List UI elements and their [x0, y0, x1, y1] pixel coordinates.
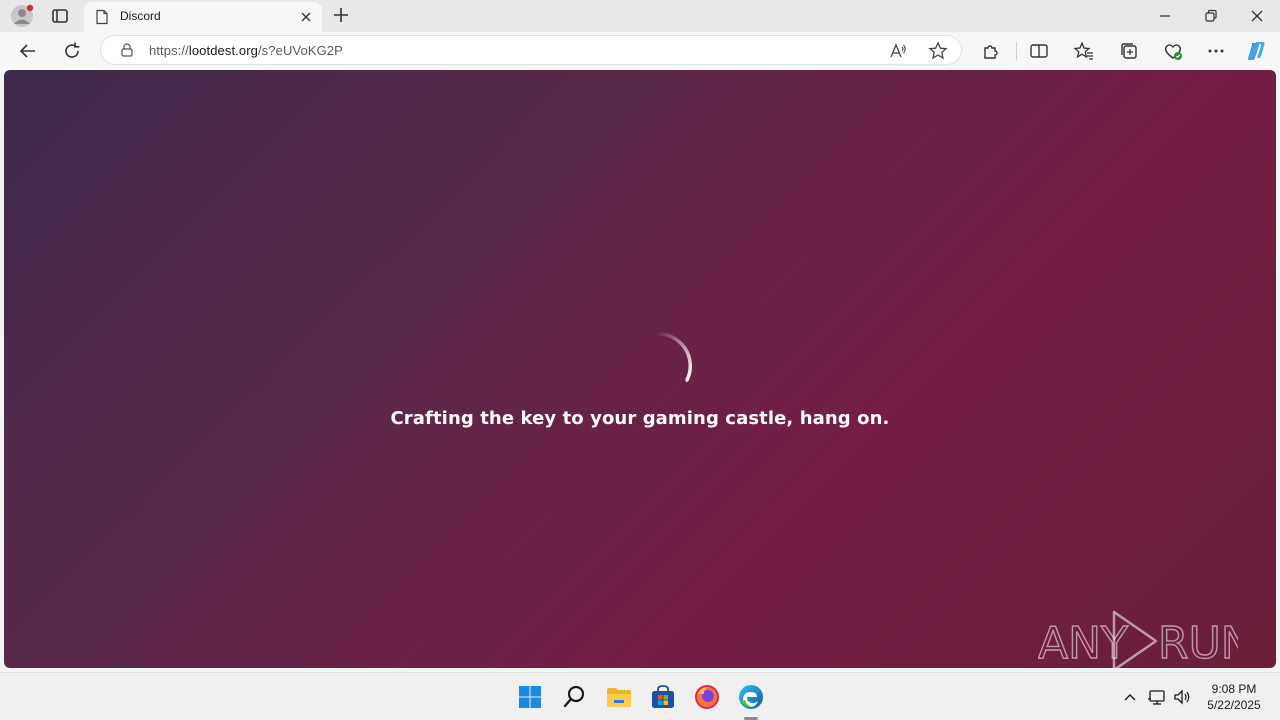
- tab-title: Discord: [120, 9, 161, 23]
- address-bar[interactable]: https://lootdest.org/s?eUVoKG2P: [100, 35, 962, 65]
- restore-icon[interactable]: [1199, 4, 1223, 28]
- edge-icon[interactable]: [737, 683, 765, 711]
- clock-time: 9:08 PM: [1211, 682, 1257, 696]
- browser-toolbar: https://lootdest.org/s?eUVoKG2P: [0, 32, 1280, 70]
- copilot-icon[interactable]: [1245, 39, 1269, 63]
- file-explorer-icon[interactable]: [605, 683, 633, 711]
- settings-more-icon[interactable]: [1204, 39, 1228, 63]
- extensions-icon[interactable]: [979, 39, 1003, 63]
- url-text[interactable]: https://lootdest.org/s?eUVoKG2P: [149, 43, 343, 58]
- taskbar: 9:08 PM 5/22/2025: [0, 672, 1280, 720]
- favorite-star-icon[interactable]: [927, 40, 949, 62]
- new-tab-icon[interactable]: [330, 4, 352, 26]
- start-icon[interactable]: [516, 683, 544, 711]
- page-content: Crafting the key to your gaming castle, …: [4, 70, 1276, 668]
- network-icon[interactable]: [1147, 687, 1167, 707]
- store-icon[interactable]: [649, 683, 677, 711]
- tab-actions-icon[interactable]: [48, 4, 72, 28]
- minimize-icon[interactable]: [1153, 4, 1177, 28]
- profile-avatar-icon[interactable]: [10, 4, 34, 28]
- loading-message: Crafting the key to your gaming castle, …: [390, 408, 890, 429]
- read-aloud-icon[interactable]: [887, 40, 909, 62]
- system-clock[interactable]: 9:08 PM 5/22/2025: [1198, 681, 1270, 713]
- tab-discord[interactable]: Discord: [84, 2, 322, 32]
- clock-date: 5/22/2025: [1207, 698, 1261, 712]
- split-screen-icon[interactable]: [1027, 39, 1051, 63]
- collections-icon[interactable]: [1117, 39, 1141, 63]
- back-icon[interactable]: [16, 39, 40, 63]
- search-icon[interactable]: [560, 683, 588, 711]
- lock-icon[interactable]: [119, 42, 135, 58]
- anyrun-watermark: ANY RUN: [1037, 608, 1254, 668]
- toolbar-divider: [1016, 42, 1017, 60]
- firefox-icon[interactable]: [693, 683, 721, 711]
- tab-strip: Discord: [0, 0, 1280, 32]
- close-tab-icon[interactable]: [298, 9, 314, 25]
- refresh-icon[interactable]: [60, 39, 84, 63]
- watermark-text-run: RUN: [1158, 618, 1238, 668]
- volume-icon[interactable]: [1172, 687, 1192, 707]
- chevron-up-icon[interactable]: [1120, 687, 1140, 707]
- browser-essentials-icon[interactable]: [1161, 39, 1185, 63]
- close-window-icon[interactable]: [1245, 4, 1269, 28]
- page-icon: [94, 9, 110, 25]
- loading-spinner-icon: [640, 328, 706, 394]
- favorites-icon[interactable]: [1072, 39, 1096, 63]
